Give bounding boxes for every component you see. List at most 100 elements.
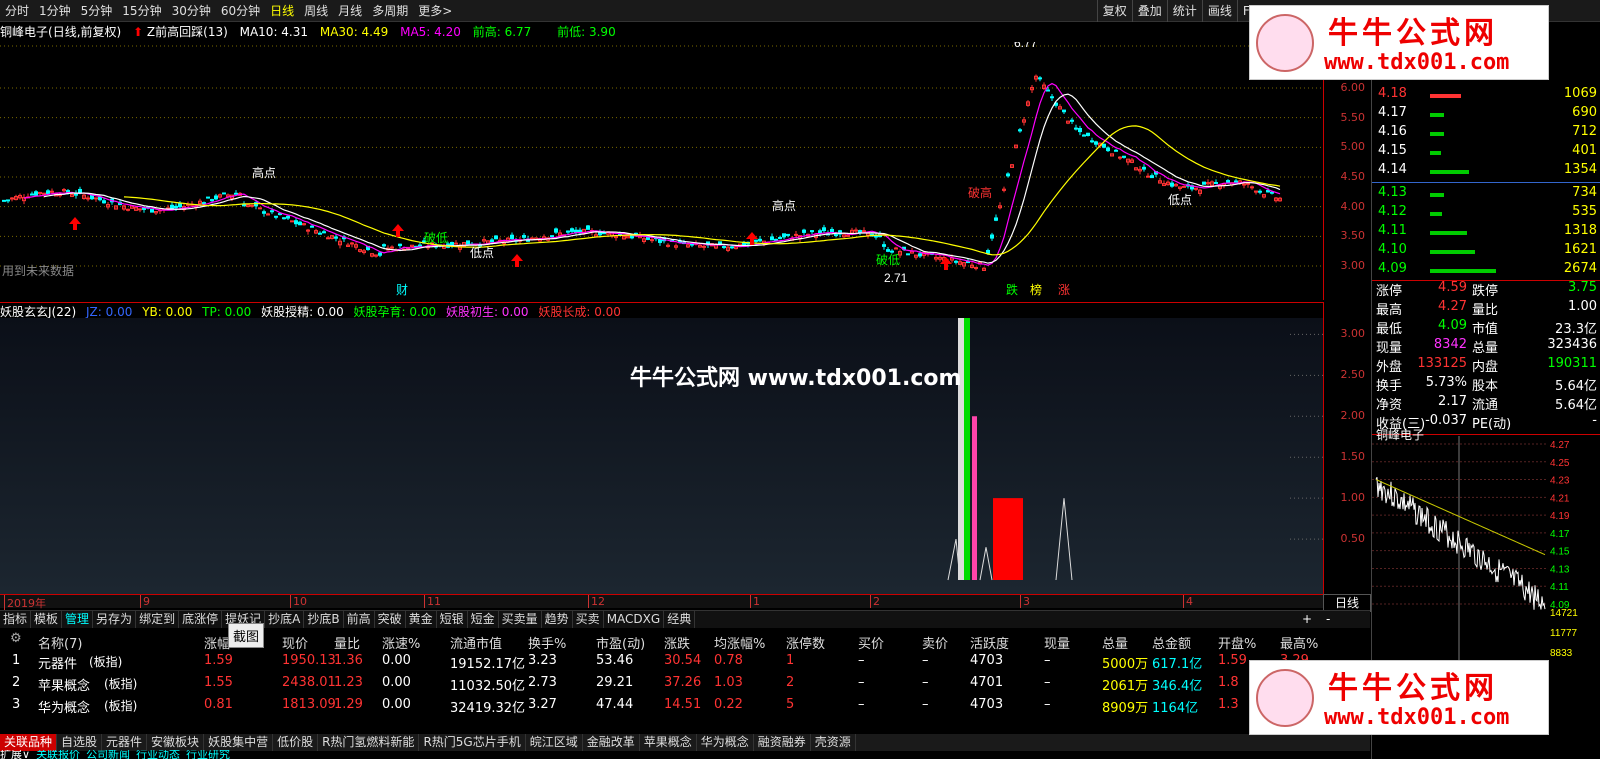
formula-tab[interactable]: 前高 [344,611,375,628]
formula-tab[interactable]: 短银 [437,611,468,628]
sector-tab[interactable]: 金融改革 [583,734,640,751]
sector-tab[interactable]: 苹果概念 [640,734,697,751]
toolbar-item[interactable]: 叠加 [1131,0,1167,22]
toolbar-item[interactable]: 统计 [1166,0,1202,22]
orderbook-row[interactable]: 4.12 535 [1372,204,1600,223]
column-header[interactable]: 涨幅 [204,633,230,652]
sector-tab[interactable]: R热门5G芯片手机 [419,734,526,751]
menu-item[interactable]: 1分钟 [34,0,76,22]
intraday-mini-chart[interactable]: 4.274.254.234.214.194.174.154.134.114.09… [1372,436,1600,666]
toolbar-item[interactable]: 画线 [1201,0,1237,22]
formula-tab[interactable]: 底涨停 [179,611,223,628]
chart-annotation: 低点 [470,246,494,260]
gear-icon[interactable]: ⚙ [10,631,22,646]
orderbook-row[interactable]: 4.11 1318 [1372,223,1600,242]
formula-tab[interactable]: 黄金 [406,611,437,628]
column-header[interactable]: 活跃度 [970,633,1009,652]
chart-annotation: 破低 [876,252,900,267]
orderbook-row[interactable]: 4.13 734 [1372,185,1600,204]
table-row[interactable]: 2 苹果概念 (板指) 1.55 2438.01 1.23 0.00 11032.50亿 2.7… [0,675,1370,695]
column-header[interactable]: 市盈(动) [596,633,645,652]
column-header[interactable]: 现量 [1044,633,1070,652]
orderbook-row[interactable]: 4.16 712 [1372,124,1600,143]
sector-tab[interactable]: 元器件 [102,734,148,751]
column-header[interactable]: 换手% [528,633,566,652]
column-header[interactable]: 卖价 [922,633,948,652]
formula-tab[interactable]: 经典 [664,611,696,628]
footer-tab[interactable]: 关联报价 [36,750,80,759]
menu-item[interactable]: 多周期 [367,0,413,22]
column-header[interactable]: 总量 [1102,633,1128,652]
sector-tab[interactable]: 自选股 [57,734,103,751]
column-header[interactable]: 最高% [1280,633,1318,652]
date-tick-label: 2019年 [4,595,46,611]
formula-tab[interactable]: MACDXG [604,611,665,628]
column-header[interactable]: 涨速% [382,633,420,652]
formula-tab[interactable]: 突破 [375,611,406,628]
menu-item[interactable]: 5分钟 [76,0,118,22]
column-header[interactable]: 流通市值 [450,633,502,652]
formula-tab[interactable]: 另存为 [93,611,137,628]
orderbook-row[interactable]: 4.15 401 [1372,143,1600,162]
sector-tab[interactable]: 壳资源 [811,734,856,751]
stat-label: 跌停 [1472,284,1499,299]
sector-tab[interactable]: 皖江区域 [526,734,583,751]
formula-tab[interactable]: 趋势 [542,611,573,628]
chart-annotation: 破低 [424,230,448,245]
footer-tab[interactable]: 行业动态 [136,750,180,759]
column-header[interactable]: 量比 [334,633,360,652]
sector-tab[interactable]: 关联品种 [0,734,58,751]
orderbook-row[interactable]: 4.14 1354 [1372,162,1600,181]
stock-name[interactable]: 铜峰电子 [0,25,48,39]
column-header[interactable]: 涨停数 [786,633,825,652]
date-tick-label: 4 [1183,595,1193,608]
column-header[interactable]: 现价 [282,633,308,652]
table-row[interactable]: 1 元器件 (板指) 1.59 1950.13 1.36 0.00 19152.17亿 3.23… [0,653,1370,673]
candlestick-chart[interactable]: 高点高点低点低点破低破低破高跌榜涨财用到未来数据6.772.71 [0,42,1323,300]
column-header[interactable]: 总金额 [1152,633,1191,652]
menu-item[interactable]: 30分钟 [167,0,216,22]
sector-tab[interactable]: 低价股 [273,734,319,751]
formula-tab[interactable]: 绑定到 [136,611,180,628]
toolbar-item[interactable]: 复权 [1096,0,1132,22]
menu-item[interactable]: 周线 [299,0,333,22]
menu-item[interactable]: 分时 [0,0,34,22]
footer-tab[interactable]: 扩展∨ [0,750,30,759]
menu-item[interactable]: 日线 [265,0,299,22]
sector-tab[interactable]: 华为概念 [697,734,754,751]
formula-tab[interactable]: 指标 [0,611,32,628]
candle-body [222,192,226,195]
formula-tab[interactable]: 模板 [31,611,63,628]
column-header[interactable]: 名称(7) [38,633,82,652]
formula-tab[interactable]: 短金 [468,611,499,628]
formula-tab[interactable]: 抄底B [304,611,344,628]
add-button[interactable]: + [1302,611,1312,628]
menu-item[interactable]: 月线 [333,0,367,22]
formula-name[interactable]: Z前高回踩(13) [147,25,228,39]
column-header[interactable]: 涨跌 [664,633,690,652]
sector-tab[interactable]: 妖股集中营 [204,734,274,751]
sector-tab[interactable]: 融资融券 [754,734,811,751]
indicator-name[interactable]: 妖股玄玄J(22) [0,305,76,319]
formula-tab[interactable]: 买卖量 [499,611,542,628]
footer-tab[interactable]: 行业研究 [186,750,230,759]
sector-tab[interactable]: R热门氢燃料新能 [318,734,420,751]
footer-tab[interactable]: 公司新闻 [86,750,130,759]
orderbook-row[interactable]: 4.09 2674 [1372,261,1600,280]
menu-item[interactable]: 60分钟 [216,0,265,22]
formula-tab[interactable]: 管理 [62,611,94,628]
candle-body [994,217,998,221]
column-header[interactable]: 均涨幅% [714,633,765,652]
table-row[interactable]: 3 华为概念 (板指) 0.81 1813.09 1.29 0.00 32419.32亿 3.2… [0,697,1370,717]
remove-button[interactable]: - [1326,611,1330,628]
orderbook-row[interactable]: 4.10 1621 [1372,242,1600,261]
formula-tab[interactable]: 抄底A [265,611,305,628]
orderbook-row[interactable]: 4.18 1069 [1372,86,1600,105]
sector-tab[interactable]: 安徽板块 [147,734,205,751]
orderbook-row[interactable]: 4.17 690 [1372,105,1600,124]
menu-item[interactable]: 15分钟 [117,0,166,22]
formula-tab[interactable]: 买卖 [573,611,604,628]
menu-item[interactable]: 更多> [413,0,457,22]
column-header[interactable]: 买价 [858,633,884,652]
column-header[interactable]: 开盘% [1218,633,1256,652]
